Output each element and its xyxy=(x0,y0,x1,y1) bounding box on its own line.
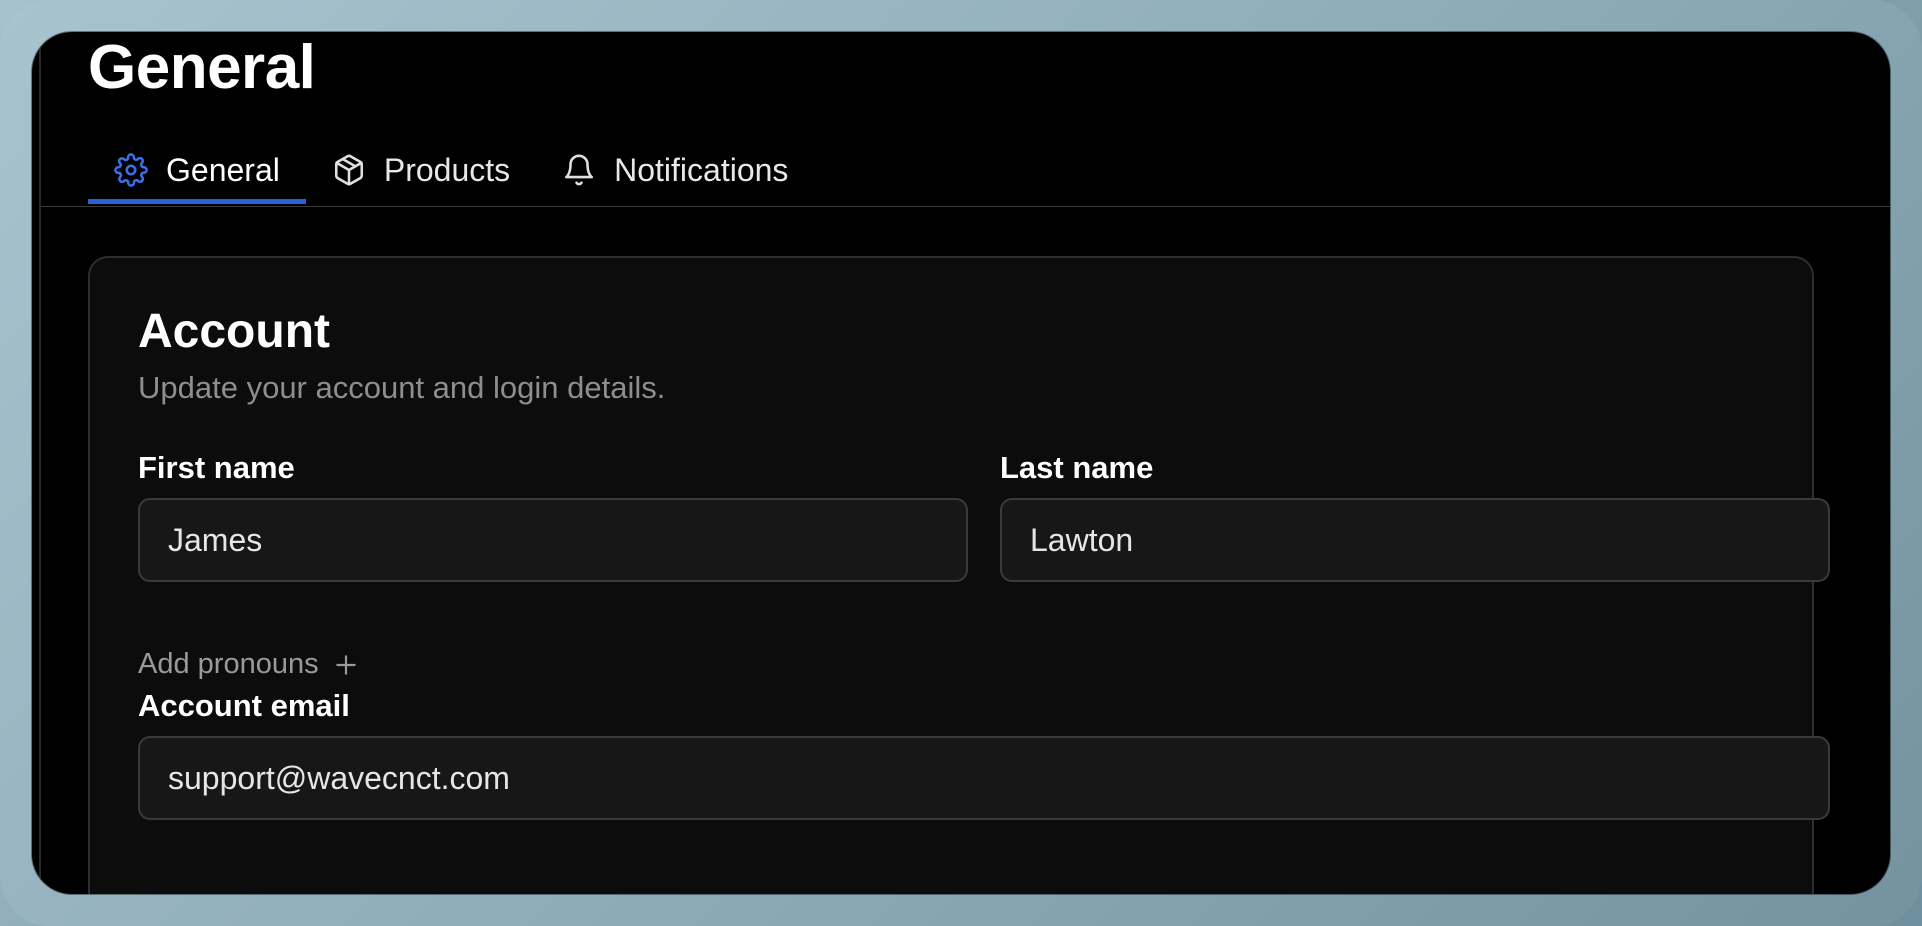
tab-notifications-label: Notifications xyxy=(614,151,789,188)
tab-bar: General Products Notifications xyxy=(88,136,814,204)
tab-general-label: General xyxy=(166,151,280,188)
tab-products[interactable]: Products xyxy=(306,136,536,204)
last-name-label: Last name xyxy=(1000,450,1154,485)
account-subtitle: Update your account and login details. xyxy=(138,370,666,405)
account-email-field[interactable] xyxy=(138,736,1830,820)
add-pronouns-label: Add pronouns xyxy=(138,648,319,680)
tab-general[interactable]: General xyxy=(88,136,306,204)
gear-icon xyxy=(114,153,148,187)
tab-products-label: Products xyxy=(383,151,511,188)
plus-icon xyxy=(333,652,359,678)
account-email-label: Account email xyxy=(138,688,350,723)
settings-window: General General Products Notifications A… xyxy=(32,32,1890,894)
account-card: Account Update your account and login de… xyxy=(88,256,1830,894)
window-edge xyxy=(39,42,41,894)
add-pronouns-button[interactable]: Add pronouns xyxy=(138,648,359,681)
bell-icon xyxy=(562,153,596,187)
first-name-label: First name xyxy=(138,450,295,485)
page-title: General xyxy=(88,33,316,102)
last-name-field[interactable] xyxy=(1000,498,1830,582)
first-name-field[interactable] xyxy=(138,498,968,582)
box-icon xyxy=(332,153,366,187)
tab-notifications[interactable]: Notifications xyxy=(536,136,814,204)
tabs-divider xyxy=(41,206,1890,207)
account-title: Account xyxy=(138,305,330,358)
